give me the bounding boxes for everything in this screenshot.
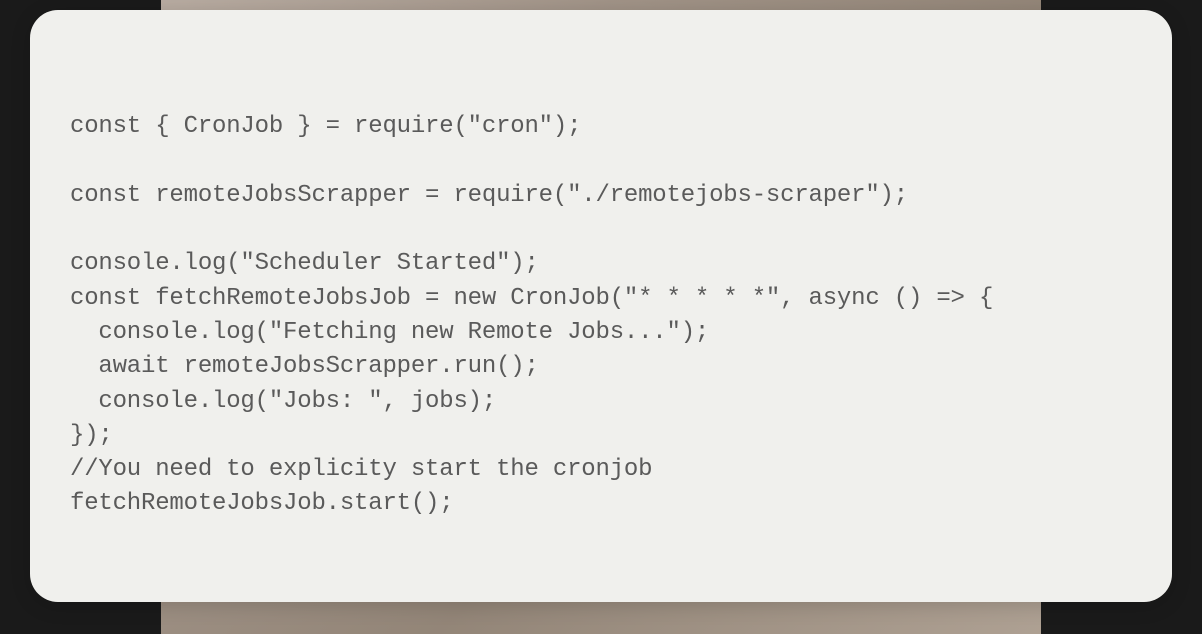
code-block: const { CronJob } = require("cron"); con… (70, 110, 1132, 522)
code-snippet-card: const { CronJob } = require("cron"); con… (30, 10, 1172, 602)
